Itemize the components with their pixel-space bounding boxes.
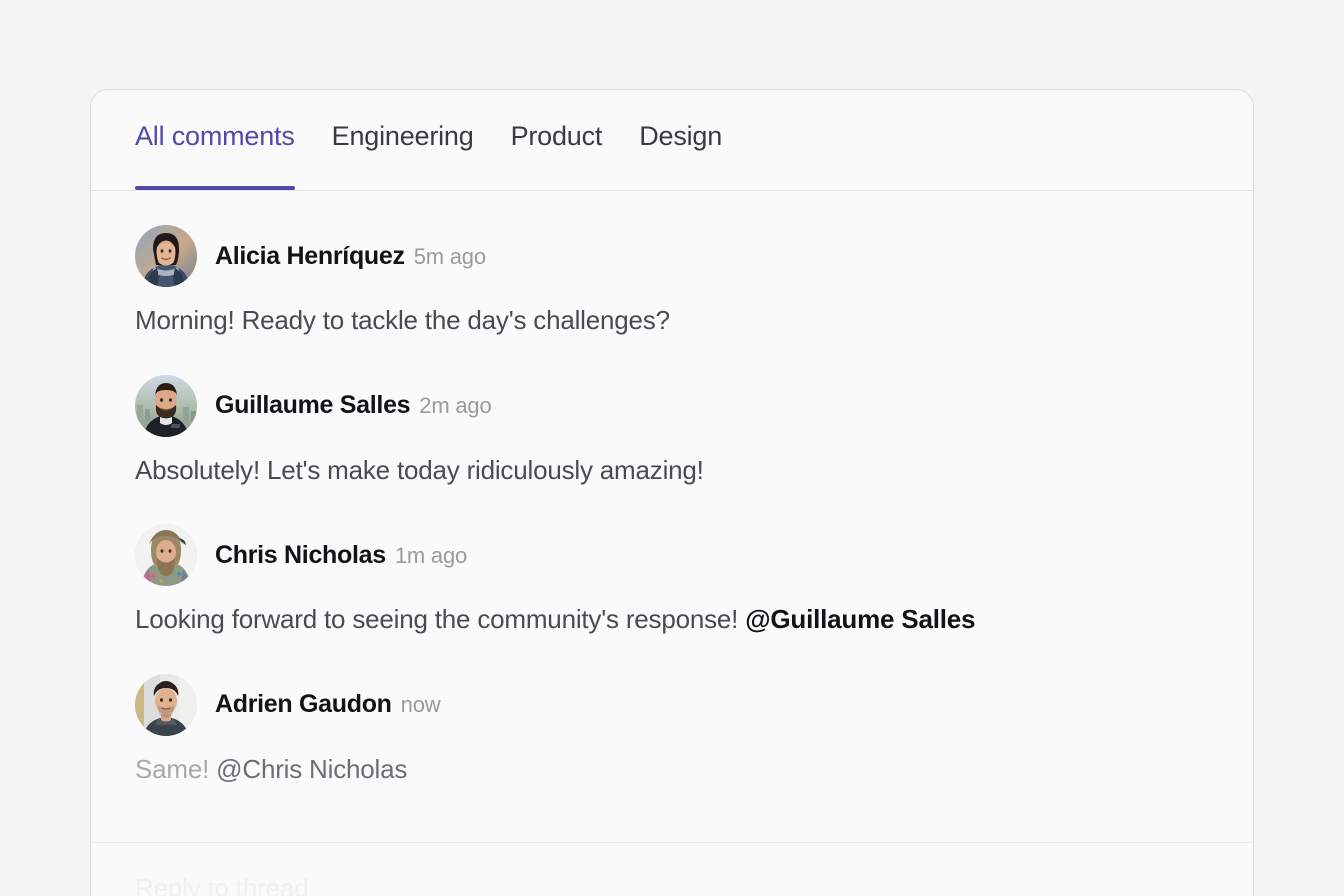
comment-author: Chris Nicholas [215,543,386,568]
comment-body: Same! @Chris Nicholas [135,753,1209,786]
comment-timestamp: 5m ago [414,246,486,268]
comment-author: Adrien Gaudon [215,692,392,717]
avatar-chris-nicholas[interactable] [135,524,197,586]
comment-author: Alicia Henríquez [215,244,405,269]
reply-composer[interactable]: Reply to thread [91,842,1253,896]
comment-header: Adrien Gaudon now [135,674,1209,736]
screen: All comments Engineering Product Design [0,0,1344,896]
comment-text: Same! [135,754,216,784]
tab-all-comments[interactable]: All comments [135,90,295,190]
comment-meta: Chris Nicholas 1m ago [215,543,467,568]
comment-timestamp: 1m ago [395,545,467,567]
comment-text: Looking forward to seeing the community'… [135,604,745,634]
reply-input-placeholder[interactable]: Reply to thread [135,873,1209,896]
comment-list: Alicia Henríquez 5m ago Morning! Ready t… [91,191,1253,785]
tab-engineering[interactable]: Engineering [332,90,474,190]
comment-text: Morning! Ready to tackle the day's chall… [135,305,670,335]
comment-meta: Alicia Henríquez 5m ago [215,244,486,269]
tab-bar: All comments Engineering Product Design [91,90,1253,191]
comment-body: Looking forward to seeing the community'… [135,603,1209,636]
comment-item: Alicia Henríquez 5m ago Morning! Ready t… [135,225,1209,337]
tab-design[interactable]: Design [639,90,722,190]
avatar-alicia-henriquez[interactable] [135,225,197,287]
comment-body: Morning! Ready to tackle the day's chall… [135,304,1209,337]
comment-header: Chris Nicholas 1m ago [135,524,1209,586]
comment-header: Alicia Henríquez 5m ago [135,225,1209,287]
comment-item: Guillaume Salles 2m ago Absolutely! Let'… [135,375,1209,487]
avatar-adrien-gaudon[interactable] [135,674,197,736]
comments-card: All comments Engineering Product Design [90,89,1254,896]
avatar-guillaume-salles[interactable] [135,375,197,437]
comment-text: Absolutely! Let's make today ridiculousl… [135,455,704,485]
comment-header: Guillaume Salles 2m ago [135,375,1209,437]
comment-timestamp: now [401,694,441,716]
comment-item: Chris Nicholas 1m ago Looking forward to… [135,524,1209,636]
comment-author: Guillaume Salles [215,393,410,418]
comment-timestamp: 2m ago [419,395,491,417]
comment-item: Adrien Gaudon now Same! @Chris Nicholas [135,674,1209,786]
comment-meta: Adrien Gaudon now [215,692,440,717]
comment-meta: Guillaume Salles 2m ago [215,393,491,418]
tab-product[interactable]: Product [511,90,603,190]
comment-body: Absolutely! Let's make today ridiculousl… [135,454,1209,487]
comment-mention[interactable]: @Chris Nicholas [216,754,407,784]
comment-mention[interactable]: @Guillaume Salles [745,604,975,634]
